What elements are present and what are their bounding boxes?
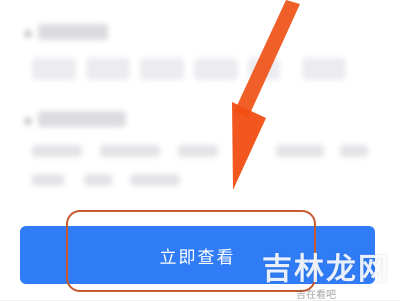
chip-5 [248,58,280,80]
screen-card: 立即查看 吉林龙网 吉在看吧 [0,0,400,301]
option-line-8 [130,174,180,186]
option-line-4 [276,145,324,157]
section-bullet-2 [24,117,32,125]
section-bullet-1 [24,30,32,38]
watermark-logo: 吉林龙网 [262,252,390,287]
chip-2 [86,58,130,80]
chip-4 [194,58,238,80]
option-line-2 [100,145,160,157]
chip-3 [140,58,184,80]
option-line-1 [32,145,82,157]
option-line-3 [178,145,218,157]
chip-1 [32,58,76,80]
blurred-content [0,0,400,210]
section-title-2 [38,111,126,127]
option-line-7 [84,174,112,186]
chip-6 [302,58,346,80]
watermark-subtext: 吉在看吧 [296,290,336,301]
section-title-1 [38,24,108,40]
option-line-6 [32,174,64,186]
option-line-5 [340,145,368,157]
